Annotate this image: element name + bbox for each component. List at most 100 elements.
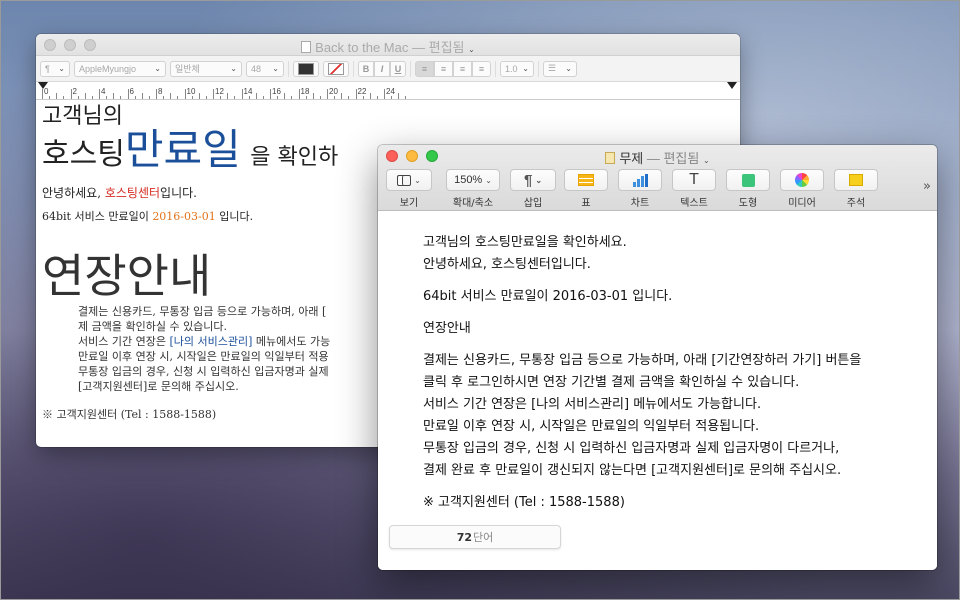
window-title: 무제 — 편집됨 ⌄ [378, 148, 937, 167]
chevron-down-icon[interactable]: ⌄ [468, 45, 475, 54]
ruler-tick [398, 93, 400, 99]
ruler-tick [56, 93, 58, 99]
format-bar: ¶ ⌄ AppleMyungjo ⌄ 일반체 ⌄ 48 ⌄ B I U ≡ ≡ ≡ ≡ … [36, 56, 740, 82]
chevron-down-icon: ⌄ [485, 175, 492, 185]
align-center-icon[interactable]: ≡ [434, 60, 453, 77]
divider [495, 60, 496, 77]
color-swatch [298, 62, 314, 75]
doc-line: 결제 완료 후 만료일이 갱신되지 않는다면 [고객지원센터]로 문의해 주십시… [423, 463, 842, 478]
list-bullets-select[interactable]: ☰ ⌄ [543, 60, 577, 77]
zoom-tool[interactable]: 150% ⌄ 확대/축소 [446, 169, 500, 209]
ruler-number: 16 [272, 87, 281, 96]
toolbar-overflow-icon[interactable]: » [923, 179, 931, 194]
tab-stop-icon[interactable] [38, 82, 48, 89]
doc-line: 서비스 기간 연장은 [나의 서비스관리] 메뉴에서도 가능합니다. [423, 397, 762, 412]
chevron-down-icon: ⌄ [154, 64, 161, 73]
text-tool[interactable]: T 텍스트 [672, 169, 716, 209]
ruler-number: 6 [129, 87, 134, 96]
italic-button[interactable]: I [374, 60, 390, 77]
word-count-badge[interactable]: 72 단어 [389, 525, 561, 549]
ruler-tick [91, 96, 93, 99]
ruler-number: 18 [300, 87, 310, 96]
background-color-well[interactable] [323, 60, 349, 77]
comment-tool[interactable]: 주석 [834, 169, 878, 209]
line-spacing-select[interactable]: 1.0 ⌄ [500, 60, 534, 77]
photos-icon [795, 173, 809, 187]
align-justify-icon[interactable]: ≡ [472, 60, 491, 77]
headline-part: 호스팅 [42, 137, 125, 172]
chart-icon [632, 173, 648, 187]
doc-line: 결제는 신용카드, 무통장 입금 등으로 가능하며, 아래 [기간연장하러 가기… [423, 353, 862, 368]
chevron-down-icon: ⌄ [230, 64, 237, 73]
no-color-swatch [328, 62, 344, 75]
bold-button[interactable]: B [358, 60, 374, 77]
ruler-tick [184, 89, 186, 99]
headline-part: 을 확인하 [250, 145, 339, 170]
ruler-tick [291, 96, 293, 99]
underline-button[interactable]: U [390, 60, 406, 77]
font-weight-select[interactable]: 일반체 ⌄ [170, 60, 242, 77]
document-icon [301, 41, 312, 53]
toolbar-items: ⌄ 보기 150% ⌄ 확대/축소 ¶ ⌄ 삽입 표 차트 T 텍스트 도형 미… [386, 169, 937, 209]
chevron-down-icon: ⌄ [522, 64, 529, 73]
font-family-select[interactable]: AppleMyungjo ⌄ [74, 60, 166, 77]
style-buttons: B I U [358, 60, 406, 77]
ruler-tick [348, 96, 350, 99]
paragraph-style-select[interactable]: ¶ ⌄ [40, 60, 70, 77]
edited-status: — 편집됨 [412, 40, 465, 55]
text-icon: T [672, 169, 716, 191]
sidebar-icon [397, 174, 412, 186]
ruler-tick [341, 93, 343, 99]
insert-tool[interactable]: ¶ ⌄ 삽입 [510, 169, 556, 209]
chevron-down-icon: ⌄ [414, 175, 421, 185]
ruler-tick [248, 96, 250, 99]
toolbar[interactable]: 무제 — 편집됨 ⌄ ⌄ 보기 150% ⌄ 확대/축소 ¶ ⌄ 삽입 표 차트… [378, 145, 937, 211]
font-size-select[interactable]: 48 ⌄ [246, 60, 284, 77]
ruler-tick [284, 93, 286, 99]
ruler-number: 22 [357, 87, 367, 96]
text-color-well[interactable] [293, 60, 319, 77]
ruler-tick [205, 96, 207, 99]
shape-tool[interactable]: 도형 [726, 169, 770, 209]
pilcrow-icon: ¶ [523, 171, 533, 189]
doc-line: 고객님의 호스팅만료일을 확인하세요. [423, 235, 627, 250]
ruler-tick [127, 89, 129, 99]
ruler-tick [148, 96, 150, 99]
shape-icon [741, 173, 755, 187]
chevron-down-icon: ⌄ [272, 64, 279, 73]
view-tool[interactable]: ⌄ 보기 [386, 169, 432, 209]
document-text[interactable]: 고객님의 호스팅만료일을 확인하세요. 안녕하세요, 호스팅센터입니다. 64b… [423, 232, 861, 514]
ruler-tick [405, 96, 407, 99]
list-icon: ☰ [548, 63, 557, 73]
word-count-value: 72 [456, 530, 473, 544]
chevron-down-icon[interactable]: ⌄ [703, 156, 710, 165]
ruler-tick [312, 93, 314, 99]
ruler-tick [234, 96, 236, 99]
ruler-tick [305, 96, 307, 99]
ruler-tick [134, 96, 136, 99]
zoom-value: 150% [454, 174, 483, 186]
titlebar[interactable]: Back to the Mac — 편집됨 ⌄ [36, 34, 740, 56]
pages-window[interactable]: 무제 — 편집됨 ⌄ ⌄ 보기 150% ⌄ 확대/축소 ¶ ⌄ 삽입 표 차트… [378, 145, 937, 570]
chevron-down-icon: ⌄ [565, 64, 572, 73]
table-tool[interactable]: 표 [564, 169, 608, 209]
align-right-icon[interactable]: ≡ [453, 60, 472, 77]
ruler-tick [99, 89, 100, 99]
right-margin-icon[interactable] [727, 82, 737, 89]
ruler-number: 8 [158, 87, 163, 96]
ruler-tick [277, 96, 279, 99]
doc-line: ※ 고객지원센터 (Tel : 1588-1588) [423, 495, 625, 510]
media-tool[interactable]: 미디어 [780, 169, 824, 209]
edited-status: — 편집됨 [646, 151, 700, 166]
ruler-tick [334, 96, 336, 99]
chart-tool[interactable]: 차트 [618, 169, 662, 209]
ruler[interactable]: 0 2 4 6 8 10 12 14 16 18 20 22 24 [36, 82, 740, 100]
ruler-tick [77, 96, 79, 99]
align-left-icon[interactable]: ≡ [415, 60, 434, 77]
ruler-tick [84, 93, 86, 99]
window-title: Back to the Mac — 편집됨 ⌄ [36, 37, 740, 56]
ruler-number: 4 [101, 87, 106, 96]
ruler-tick [63, 96, 65, 99]
ruler-tick [177, 96, 179, 99]
document-canvas[interactable]: 고객님의 호스팅만료일을 확인하세요. 안녕하세요, 호스팅센터입니다. 64b… [378, 212, 937, 570]
